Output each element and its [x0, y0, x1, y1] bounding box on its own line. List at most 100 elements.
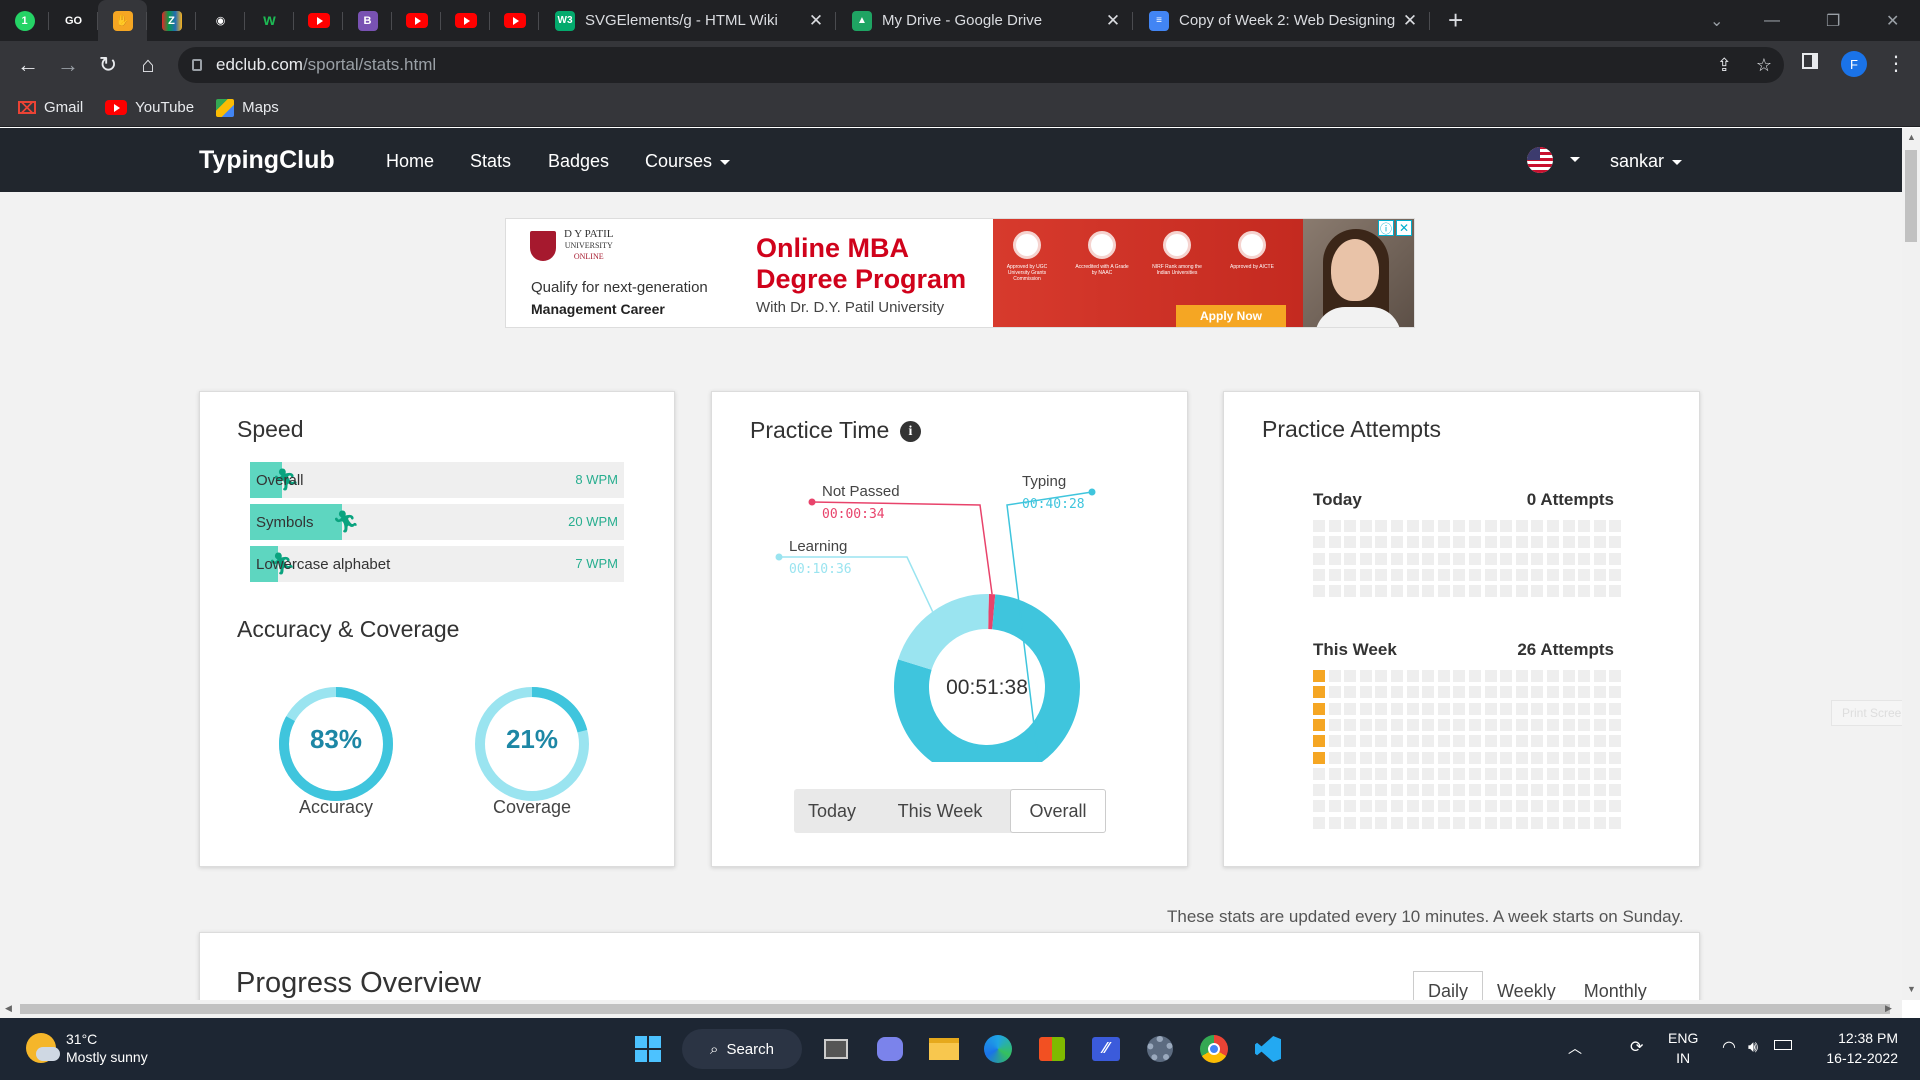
scroll-left-icon[interactable]: ◀ — [5, 1003, 12, 1014]
attempt-cell — [1453, 800, 1466, 813]
tab-zoho[interactable]: Z — [147, 0, 196, 41]
bookmark-star-icon[interactable]: ☆ — [1756, 55, 1772, 76]
reload-icon[interactable]: ↻ — [88, 52, 128, 78]
tab-daily[interactable]: Daily — [1413, 971, 1484, 1000]
ad-logo-line3: ONLINE — [573, 252, 604, 261]
power-automate-icon[interactable]: ⁄⁄ — [1086, 1029, 1126, 1069]
task-view-icon[interactable] — [816, 1029, 856, 1069]
profile-avatar[interactable]: F — [1841, 51, 1867, 77]
edge-icon[interactable] — [978, 1029, 1018, 1069]
horizontal-scrollbar[interactable]: ◀ ▶ — [0, 1000, 1902, 1018]
horizontal-scroll-thumb[interactable] — [20, 1004, 1890, 1014]
nav-home[interactable]: Home — [386, 151, 434, 172]
attempt-cell — [1344, 800, 1357, 813]
teams-chat-icon[interactable] — [870, 1029, 910, 1069]
show-hidden-icons[interactable]: ︿ — [1568, 1038, 1582, 1058]
start-windows-icon[interactable] — [628, 1029, 668, 1069]
share-icon[interactable]: ⇪ — [1717, 55, 1732, 76]
lock-icon[interactable] — [192, 59, 202, 71]
ad-info-icon[interactable]: ⓘ — [1378, 220, 1394, 236]
info-icon[interactable]: i — [900, 421, 921, 442]
attempt-cell — [1578, 718, 1591, 731]
scroll-down-icon[interactable]: ▼ — [1907, 984, 1916, 994]
volume-icon[interactable]: 🔊︎ — [1748, 1038, 1758, 1058]
vscode-icon[interactable] — [1248, 1029, 1288, 1069]
whatsapp-tab[interactable]: 1 — [0, 0, 49, 41]
user-menu[interactable]: sankar — [1610, 151, 1683, 172]
minimize-button[interactable]: — — [1764, 0, 1780, 41]
attempt-cell — [1313, 767, 1325, 780]
tab-weekly[interactable]: Weekly — [1483, 971, 1570, 1001]
tab-monthly[interactable]: Monthly — [1570, 971, 1661, 1001]
clock[interactable]: 12:38 PM 16-12-2022 — [1818, 1028, 1898, 1068]
back-icon[interactable]: ← — [8, 52, 48, 78]
attempt-cell — [1375, 767, 1388, 780]
nav-courses[interactable]: Courses — [645, 151, 731, 172]
tab-bootstrap[interactable]: B — [343, 0, 392, 41]
coverage-percent: 21% — [505, 724, 559, 754]
print-screen-button[interactable]: Print Screen — [1831, 700, 1902, 726]
ad-apply-button[interactable]: Apply Now — [1176, 305, 1286, 327]
attempt-cell — [1500, 816, 1513, 829]
battery-icon[interactable] — [1774, 1040, 1792, 1050]
browser-tab[interactable]: ▲ My Drive - Google Drive ✕ — [836, 0, 1133, 41]
site-logo[interactable]: TypingClub — [199, 146, 335, 175]
ad-close-icon[interactable]: ✕ — [1396, 220, 1412, 236]
browser-tab[interactable]: ≡ Copy of Week 2: Web Designing ✕ — [1133, 0, 1430, 41]
ad-banner[interactable]: D Y PATIL UNIVERSITY ONLINE Qualify for … — [505, 218, 1415, 328]
attempt-cell — [1359, 767, 1372, 780]
weather-widget[interactable]: 31°C Mostly sunny — [26, 1030, 148, 1066]
attempt-cell — [1469, 800, 1481, 813]
vertical-scrollbar[interactable]: ▲ ▼ — [1902, 128, 1920, 1000]
tab-github[interactable]: ◉ — [196, 0, 245, 41]
language-selector[interactable] — [1526, 146, 1580, 179]
tab-w[interactable]: w — [245, 0, 294, 41]
tab-youtube-2[interactable] — [392, 0, 441, 41]
vertical-scroll-thumb[interactable] — [1905, 150, 1917, 242]
file-explorer-icon[interactable] — [924, 1029, 964, 1069]
browser-tab[interactable]: W3 SVGElements/g - HTML Wiki ✕ — [539, 0, 836, 41]
attempt-cell — [1359, 751, 1372, 764]
menu-kebab-icon[interactable]: ⋮ — [1886, 51, 1906, 76]
clock-date: 16-12-2022 — [1826, 1050, 1898, 1066]
range-overall[interactable]: Overall — [1010, 789, 1106, 833]
tab-youtube-1[interactable] — [294, 0, 343, 41]
close-window-button[interactable]: ✕ — [1886, 0, 1899, 41]
tab-youtube-4[interactable] — [490, 0, 539, 41]
tab-search-icon[interactable]: ⌄ — [1710, 0, 1723, 41]
close-tab-icon[interactable]: ✕ — [1103, 11, 1123, 31]
forward-icon[interactable]: → — [48, 52, 88, 78]
scroll-right-icon[interactable]: ▶ — [1885, 1003, 1892, 1014]
taskbar-search[interactable]: ⌕ Search — [682, 1029, 802, 1069]
attempt-cell — [1578, 767, 1591, 780]
restore-button[interactable]: ❐ — [1826, 0, 1840, 41]
home-icon[interactable]: ⌂ — [128, 52, 168, 78]
microsoft-store-icon[interactable] — [1032, 1029, 1072, 1069]
settings-gear-icon[interactable] — [1140, 1029, 1180, 1069]
new-tab-button[interactable]: + — [1448, 5, 1463, 36]
attempt-cell — [1453, 686, 1466, 699]
range-today[interactable]: Today — [794, 789, 870, 833]
language-indicator[interactable]: ENG IN — [1668, 1028, 1698, 1068]
tab-youtube-3[interactable] — [441, 0, 490, 41]
sync-icon[interactable]: ⟳ — [1630, 1038, 1643, 1058]
range-this-week[interactable]: This Week — [870, 789, 1010, 833]
tab-go[interactable]: GO — [49, 0, 98, 41]
close-tab-icon[interactable]: ✕ — [806, 11, 826, 31]
chrome-icon[interactable] — [1194, 1029, 1234, 1069]
bookmark-youtube[interactable]: YouTube — [105, 99, 194, 116]
attempt-cell — [1344, 536, 1357, 549]
side-panel-icon[interactable] — [1802, 53, 1818, 69]
attempt-cell — [1375, 735, 1388, 748]
wifi-icon[interactable]: ◠ — [1722, 1038, 1736, 1058]
url-field[interactable]: edclub.com/sportal/stats.html ⇪ ☆ — [178, 47, 1784, 83]
nav-badges[interactable]: Badges — [548, 151, 609, 172]
attempt-cell — [1500, 686, 1513, 699]
close-tab-icon[interactable]: ✕ — [1400, 11, 1420, 31]
tab-hand[interactable]: ✋ — [98, 0, 147, 41]
attempt-cell — [1359, 718, 1372, 731]
scroll-up-icon[interactable]: ▲ — [1907, 132, 1916, 142]
nav-stats[interactable]: Stats — [470, 151, 511, 172]
bookmark-gmail[interactable]: Gmail — [18, 99, 83, 116]
bookmark-maps[interactable]: Maps — [216, 98, 279, 117]
